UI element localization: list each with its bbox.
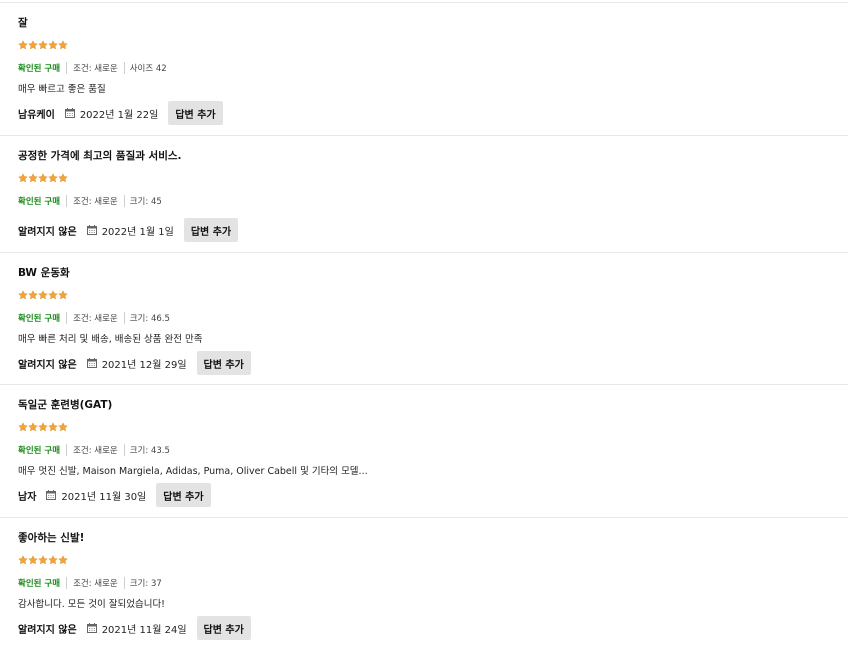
star-icon [28,173,38,183]
review-meta: 확인된 구매 조건: 새로운 크기: 46.5 [18,311,170,325]
review-title: 잘 [18,17,28,29]
star-icon [18,40,28,50]
review-meta: 확인된 구매 조건: 새로운 사이즈 42 [18,61,167,75]
item-size: 사이즈 42 [129,64,167,74]
star-rating [18,290,68,302]
star-icon [58,173,68,183]
item-size: 크기: 43.5 [129,446,170,456]
review-footer: 남자 2021년 11월 30일 답변 추가 [18,483,211,507]
item-condition: 조건: 새로운 [67,312,125,324]
review-author: 알려지지 않은 [18,226,77,238]
review-date: 2021년 12월 29일 [101,359,187,371]
review-meta: 확인된 구매 조건: 새로운 크기: 43.5 [18,443,170,457]
review-item: 공정한 가격에 최고의 품질과 서비스. 확인된 구매 조건: 새로운 크기: … [0,136,848,253]
review-footer: 알려지지 않은 2021년 12월 29일 답변 추가 [18,351,251,375]
item-size: 크기: 45 [129,197,162,207]
star-icon [18,555,28,565]
star-icon [58,290,68,300]
review-list: 잘 확인된 구매 조건: 새로운 사이즈 42 매우 빠르고 좋은 품질 남유케… [0,0,860,651]
review-title: BW 운동화 [18,267,70,279]
item-size: 크기: 37 [129,579,162,589]
review-body: 감사합니다. 모든 것이 잘되었습니다! [18,599,165,610]
review-date: 2022년 1월 22일 [79,109,159,121]
review-item: 독일군 훈련병(GAT) 확인된 구매 조건: 새로운 크기: 43.5 매우 … [0,385,848,518]
review-author: 알려지지 않은 [18,624,77,636]
star-icon [48,173,58,183]
star-rating [18,40,68,52]
review-author: 남유케이 [18,109,55,121]
calendar-icon [46,490,57,500]
star-icon [58,555,68,565]
star-rating [18,422,68,434]
star-icon [28,290,38,300]
star-icon [48,422,58,432]
star-icon [48,40,58,50]
review-item: 잘 확인된 구매 조건: 새로운 사이즈 42 매우 빠르고 좋은 품질 남유케… [0,3,848,136]
item-size: 크기: 46.5 [129,314,170,324]
star-icon [38,290,48,300]
star-rating [18,173,68,185]
review-footer: 알려지지 않은 2022년 1월 1일 답변 추가 [18,218,239,242]
star-icon [28,555,38,565]
review-item: BW 운동화 확인된 구매 조건: 새로운 크기: 46.5 매우 빠른 처리 … [0,253,848,385]
calendar-icon [64,108,75,118]
review-author: 남자 [18,491,37,503]
star-icon [28,422,38,432]
star-icon [18,290,28,300]
add-reply-button[interactable]: 답변 추가 [168,101,223,125]
star-icon [28,40,38,50]
verified-purchase-badge: 확인된 구매 [18,62,68,74]
verified-purchase-badge: 확인된 구매 [18,195,68,207]
verified-purchase-badge: 확인된 구매 [18,577,68,589]
review-body: 매우 빠르고 좋은 품질 [18,84,106,95]
star-icon [38,173,48,183]
add-reply-button[interactable]: 답변 추가 [156,483,211,507]
star-icon [58,422,68,432]
star-icon [48,290,58,300]
review-meta: 확인된 구매 조건: 새로운 크기: 37 [18,576,162,590]
calendar-icon [86,225,97,235]
star-icon [38,422,48,432]
item-condition: 조건: 새로운 [67,577,125,589]
review-meta: 확인된 구매 조건: 새로운 크기: 45 [18,194,162,208]
review-date: 2022년 1월 1일 [101,226,174,238]
review-body: 매우 빠른 처리 및 배송, 배송된 상품 완전 만족 [18,334,203,345]
star-icon [58,40,68,50]
add-reply-button[interactable]: 답변 추가 [196,616,251,640]
review-author: 알려지지 않은 [18,359,77,371]
review-footer: 알려지지 않은 2021년 11월 24일 답변 추가 [18,616,251,640]
star-icon [38,555,48,565]
star-icon [38,40,48,50]
review-body: 매우 멋진 신발, Maison Margiela, Adidas, Puma,… [18,466,368,477]
item-condition: 조건: 새로운 [67,62,125,74]
review-item: 좋아하는 신발! 확인된 구매 조건: 새로운 크기: 37 감사합니다. 모든… [0,518,848,651]
calendar-icon [86,623,97,633]
review-title: 좋아하는 신발! [18,532,85,544]
review-date: 2021년 11월 24일 [101,624,187,636]
star-icon [18,422,28,432]
verified-purchase-badge: 확인된 구매 [18,444,68,456]
star-icon [18,173,28,183]
item-condition: 조건: 새로운 [67,195,125,207]
calendar-icon [86,358,97,368]
star-icon [48,555,58,565]
review-date: 2021년 11월 30일 [61,491,147,503]
item-condition: 조건: 새로운 [67,444,125,456]
star-rating [18,555,68,567]
review-title: 공정한 가격에 최고의 품질과 서비스. [18,150,182,162]
verified-purchase-badge: 확인된 구매 [18,312,68,324]
review-title: 독일군 훈련병(GAT) [18,399,113,411]
review-footer: 남유케이 2022년 1월 22일 답변 추가 [18,101,223,125]
add-reply-button[interactable]: 답변 추가 [196,351,251,375]
add-reply-button[interactable]: 답변 추가 [183,218,239,242]
